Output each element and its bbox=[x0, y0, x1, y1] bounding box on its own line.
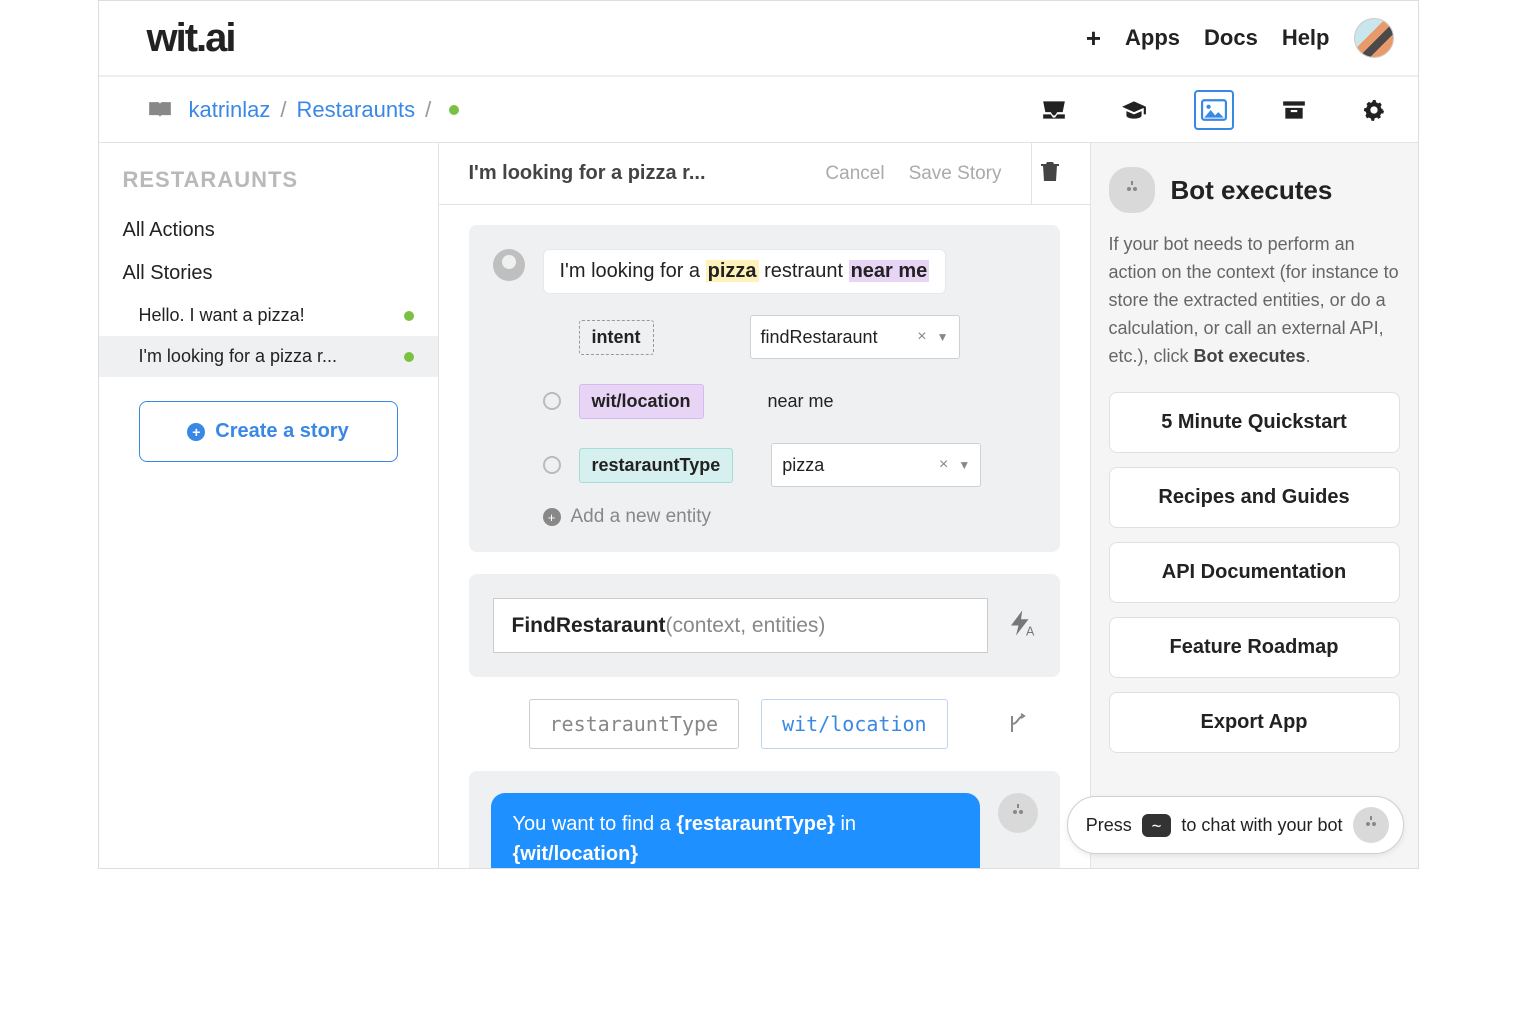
help-panel: Bot executes If your bot needs to perfor… bbox=[1090, 143, 1418, 868]
sidebar: RESTARAUNTS All Actions All Stories Hell… bbox=[99, 143, 439, 868]
new-app-icon[interactable]: + bbox=[1086, 23, 1101, 54]
logo: wit.ai bbox=[147, 16, 235, 61]
editor-header: I'm looking for a pizza r... Cancel Save… bbox=[439, 143, 1090, 205]
chat-hint-pre: Press bbox=[1086, 815, 1132, 836]
save-story-button[interactable]: Save Story bbox=[909, 163, 1002, 185]
action-code[interactable]: FindRestaraunt(context, entities) bbox=[493, 598, 988, 653]
story-item-label: Hello. I want a pizza! bbox=[139, 305, 305, 326]
entity-highlight[interactable]: near me bbox=[849, 260, 930, 282]
action-fn-args: (context, entities) bbox=[666, 614, 826, 637]
gear-icon[interactable] bbox=[1354, 90, 1394, 130]
breadcrumb-row: katrinlaz / Restaraunts / bbox=[99, 77, 1418, 143]
chat-hint-post: to chat with your bot bbox=[1181, 815, 1342, 836]
bot-reply-var: {wit/location} bbox=[513, 843, 639, 865]
story-status-dot bbox=[404, 311, 414, 321]
entity-type-label[interactable]: restarauntType bbox=[579, 448, 734, 483]
bolt-icon[interactable]: A bbox=[1006, 608, 1036, 643]
user-avatar-icon bbox=[493, 249, 525, 281]
trash-icon[interactable] bbox=[1040, 160, 1060, 187]
story-item-label: I'm looking for a pizza r... bbox=[139, 346, 338, 367]
utterance-text: restraunt bbox=[759, 260, 849, 282]
bot-reply-bubble[interactable]: You want to find a {restarauntType} in {… bbox=[491, 793, 980, 868]
entity-highlight[interactable]: pizza bbox=[706, 260, 759, 282]
user-avatar[interactable] bbox=[1354, 18, 1394, 58]
sidebar-all-stories[interactable]: All Stories bbox=[99, 252, 438, 295]
context-chip[interactable]: restarauntType bbox=[529, 699, 740, 749]
clear-icon[interactable]: × bbox=[929, 456, 958, 474]
bot-reply-card: You want to find a {restarauntType} in {… bbox=[469, 771, 1060, 868]
image-icon[interactable] bbox=[1194, 90, 1234, 130]
svg-text:A: A bbox=[1026, 625, 1035, 639]
breadcrumb-project[interactable]: Restaraunts bbox=[297, 97, 416, 123]
help-title: Bot executes bbox=[1171, 175, 1333, 206]
entity-location-label[interactable]: wit/location bbox=[579, 384, 704, 419]
inbox-icon[interactable] bbox=[1034, 90, 1074, 130]
editor: I'm looking for a pizza r... Cancel Save… bbox=[439, 143, 1090, 868]
entity-radio[interactable] bbox=[543, 392, 561, 410]
create-story-label: Create a story bbox=[215, 420, 348, 443]
help-link[interactable]: API Documentation bbox=[1109, 542, 1400, 603]
nav-help[interactable]: Help bbox=[1282, 25, 1330, 51]
chat-hint-key: ~ bbox=[1142, 814, 1172, 837]
bot-reply-text: You want to find a bbox=[513, 813, 677, 835]
bot-avatar-icon bbox=[1353, 807, 1389, 843]
intent-value: findRestaraunt bbox=[761, 327, 878, 348]
bot-action-card: FindRestaraunt(context, entities) A bbox=[469, 574, 1060, 677]
entity-intent-label[interactable]: intent bbox=[579, 320, 654, 355]
story-title: I'm looking for a pizza r... bbox=[469, 162, 706, 185]
story-item[interactable]: Hello. I want a pizza! bbox=[99, 295, 438, 336]
action-fn-name: FindRestaraunt bbox=[512, 614, 666, 637]
nav-apps[interactable]: Apps bbox=[1125, 25, 1180, 51]
help-link[interactable]: 5 Minute Quickstart bbox=[1109, 392, 1400, 453]
type-value: pizza bbox=[782, 455, 824, 476]
topbar: wit.ai + Apps Docs Help bbox=[99, 1, 1418, 77]
story-status-dot bbox=[404, 352, 414, 362]
entity-radio[interactable] bbox=[543, 456, 561, 474]
add-entity-label: Add a new entity bbox=[571, 506, 711, 528]
bot-reply-var: {restarauntType} bbox=[676, 813, 835, 835]
breadcrumb-sep2: / bbox=[425, 97, 431, 123]
context-chips-row: restarauntType wit/location bbox=[529, 699, 1030, 749]
chevron-down-icon[interactable]: ▼ bbox=[958, 458, 970, 472]
archive-icon[interactable] bbox=[1274, 90, 1314, 130]
project-icon bbox=[147, 100, 173, 120]
plus-circle-icon: + bbox=[187, 423, 205, 441]
story-item[interactable]: I'm looking for a pizza r... bbox=[99, 336, 438, 377]
graduation-icon[interactable] bbox=[1114, 90, 1154, 130]
bot-avatar-icon bbox=[1109, 167, 1155, 213]
bot-avatar-icon bbox=[998, 793, 1038, 833]
help-link[interactable]: Export App bbox=[1109, 692, 1400, 753]
breadcrumb-sep: / bbox=[280, 97, 286, 123]
create-story-button[interactable]: + Create a story bbox=[139, 401, 398, 462]
plus-circle-icon: + bbox=[543, 508, 561, 526]
branch-icon[interactable] bbox=[1006, 712, 1030, 736]
chevron-down-icon[interactable]: ▼ bbox=[937, 330, 949, 344]
clear-icon[interactable]: × bbox=[907, 328, 936, 346]
context-chip[interactable]: wit/location bbox=[761, 699, 948, 749]
user-utterance[interactable]: I'm looking for a pizza restraunt near m… bbox=[543, 249, 947, 294]
intent-value-select[interactable]: findRestaraunt × ▼ bbox=[750, 315, 960, 359]
help-link[interactable]: Feature Roadmap bbox=[1109, 617, 1400, 678]
location-value: near me bbox=[758, 391, 844, 412]
help-body: If your bot needs to perform an action o… bbox=[1109, 231, 1400, 370]
sidebar-all-actions[interactable]: All Actions bbox=[99, 209, 438, 252]
cancel-button[interactable]: Cancel bbox=[825, 163, 884, 185]
add-entity-button[interactable]: + Add a new entity bbox=[543, 506, 1036, 528]
type-value-select[interactable]: pizza × ▼ bbox=[771, 443, 981, 487]
utterance-text: I'm looking for a bbox=[560, 260, 706, 282]
help-link[interactable]: Recipes and Guides bbox=[1109, 467, 1400, 528]
chat-hint-pill[interactable]: Press ~ to chat with your bot bbox=[1067, 796, 1404, 854]
user-message-card: I'm looking for a pizza restraunt near m… bbox=[469, 225, 1060, 552]
breadcrumb-user[interactable]: katrinlaz bbox=[189, 97, 271, 123]
bot-reply-text: in bbox=[835, 813, 856, 835]
sidebar-title: RESTARAUNTS bbox=[99, 167, 438, 209]
nav-docs[interactable]: Docs bbox=[1204, 25, 1258, 51]
status-dot bbox=[449, 105, 459, 115]
